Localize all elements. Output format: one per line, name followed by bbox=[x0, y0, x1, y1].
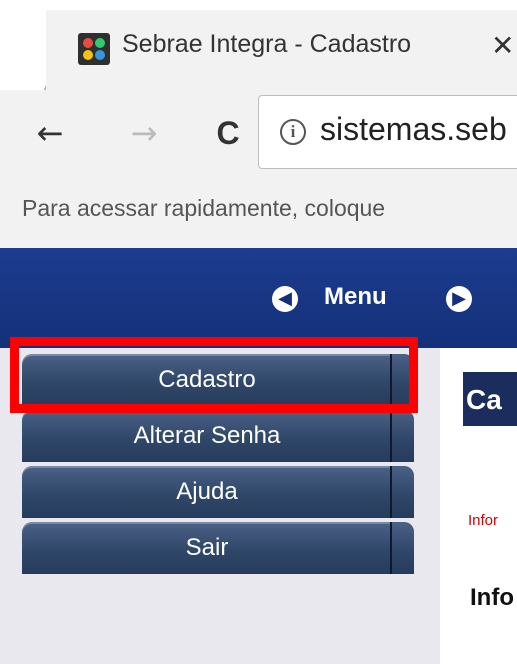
page-header-band bbox=[0, 248, 517, 348]
sidebar-item-label: Alterar Senha bbox=[133, 422, 281, 449]
sidebar-item-alterar-senha[interactable]: Alterar Senha bbox=[22, 410, 414, 462]
site-favicon-icon bbox=[78, 33, 110, 65]
close-tab-icon[interactable]: ✕ bbox=[491, 26, 517, 66]
bookmark-bar-hint: Para acessar rapidamente, coloque bbox=[22, 195, 386, 221]
sidebar-item-label: Ajuda bbox=[176, 478, 238, 505]
highlight-box bbox=[10, 337, 418, 413]
info-heading: Info bbox=[470, 584, 514, 611]
sidebar-item-edge bbox=[390, 410, 414, 462]
sidebar-item-sair[interactable]: Sair bbox=[22, 522, 414, 574]
menu-label: Menu bbox=[324, 283, 387, 310]
sidebar-item-edge bbox=[390, 522, 414, 574]
sidebar-item-label: Sair bbox=[185, 534, 229, 561]
tab-title-fade bbox=[440, 28, 492, 70]
sidebar-item-ajuda[interactable]: Ajuda bbox=[22, 466, 414, 518]
back-arrow-icon[interactable]: ← bbox=[30, 113, 70, 153]
arrow-right-icon[interactable]: ▶ bbox=[446, 286, 472, 312]
reload-icon[interactable]: C bbox=[208, 113, 248, 153]
forward-arrow-icon[interactable]: → bbox=[124, 113, 164, 153]
url-text[interactable]: sistemas.seb bbox=[320, 111, 517, 151]
site-info-icon[interactable]: i bbox=[280, 119, 306, 145]
arrow-left-icon[interactable]: ◀ bbox=[272, 286, 298, 312]
page-title: Ca bbox=[466, 384, 502, 415]
info-red-text: Infor bbox=[468, 512, 499, 529]
tab-title: Sebrae Integra - Cadastro bbox=[122, 30, 412, 58]
sidebar-item-edge bbox=[390, 466, 414, 518]
